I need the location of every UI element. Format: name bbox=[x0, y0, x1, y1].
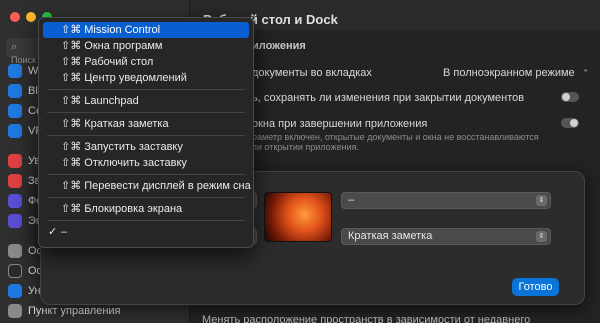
vpn-icon bbox=[8, 124, 22, 138]
close-windows-description-2: пи открытии приложения. bbox=[252, 142, 359, 152]
bottom-right-corner-select[interactable]: Краткая заметка ⇕ bbox=[341, 228, 551, 245]
checkmark-icon: ✓ bbox=[48, 226, 58, 238]
menu-separator bbox=[47, 220, 245, 221]
menu-separator bbox=[47, 135, 245, 136]
screen-time-icon bbox=[8, 214, 22, 228]
close-button[interactable] bbox=[10, 12, 20, 22]
sidebar-item-control-center[interactable]: Пункт управления bbox=[8, 304, 121, 318]
desktop-preview-image bbox=[264, 192, 332, 242]
menu-item-lock-screen[interactable]: ⇧⌘ Блокировка экрана bbox=[43, 201, 249, 217]
menu-item-app-windows[interactable]: ⇧⌘ Окна программ bbox=[43, 38, 249, 54]
tabs-setting-popup[interactable]: В полноэкранном режиме ⌃ bbox=[443, 67, 589, 79]
wifi-icon bbox=[8, 64, 22, 78]
menu-item-desktop[interactable]: ⇧⌘ Рабочий стол bbox=[43, 54, 249, 70]
hot-corner-action-menu: ⇧⌘ Mission Control ⇧⌘ Окна программ ⇧⌘ Р… bbox=[38, 17, 254, 248]
menu-separator bbox=[47, 112, 245, 113]
spaces-rearrange-label: Менять расположение пространств в зависи… bbox=[202, 314, 531, 323]
menu-item-notification-center[interactable]: ⇧⌘ Центр уведомлений bbox=[43, 70, 249, 86]
menu-item-quick-note[interactable]: ⇧⌘ Краткая заметка bbox=[43, 116, 249, 132]
chevron-updown-icon: ⇕ bbox=[536, 231, 547, 242]
network-icon bbox=[8, 104, 22, 118]
sound-icon bbox=[8, 174, 22, 188]
ask-save-toggle[interactable] bbox=[561, 92, 579, 102]
focus-icon bbox=[8, 194, 22, 208]
menu-separator bbox=[47, 89, 245, 90]
control-center-icon bbox=[8, 304, 22, 318]
search-icon: ⌕ bbox=[11, 41, 18, 53]
ask-save-label: ь, сохранять ли изменения при закрытии д… bbox=[252, 92, 525, 104]
section-heading: иложения bbox=[252, 40, 306, 52]
menu-separator bbox=[47, 197, 245, 198]
menu-separator bbox=[47, 174, 245, 175]
appearance-icon bbox=[8, 264, 22, 278]
tabs-setting-label: документы во вкладках bbox=[252, 67, 372, 79]
stepper-icon: ⌃ bbox=[581, 68, 590, 78]
close-windows-label: окна при завершении приложения bbox=[252, 118, 428, 130]
menu-item-none[interactable]: ✓ – bbox=[43, 224, 249, 240]
close-windows-toggle[interactable] bbox=[561, 118, 579, 128]
menu-item-start-screensaver[interactable]: ⇧⌘ Запустить заставку bbox=[43, 139, 249, 155]
menu-item-mission-control[interactable]: ⇧⌘ Mission Control bbox=[43, 22, 249, 38]
settings-window: ⌕ Поиск Wi- Blu Сет VPN Уве Звук bbox=[0, 0, 600, 323]
menu-item-display-sleep[interactable]: ⇧⌘ Перевести дисплей в режим сна bbox=[43, 178, 251, 194]
top-right-corner-select[interactable]: – ⇕ bbox=[341, 192, 551, 209]
done-button[interactable]: Готово bbox=[512, 278, 559, 296]
general-icon bbox=[8, 244, 22, 258]
accessibility-icon bbox=[8, 284, 22, 298]
bluetooth-icon bbox=[8, 84, 22, 98]
menu-item-disable-screensaver[interactable]: ⇧⌘ Отключить заставку bbox=[43, 155, 249, 171]
notifications-icon bbox=[8, 154, 22, 168]
minimize-button[interactable] bbox=[26, 12, 36, 22]
menu-item-launchpad[interactable]: ⇧⌘ Launchpad bbox=[43, 93, 249, 109]
chevron-updown-icon: ⇕ bbox=[536, 195, 547, 206]
